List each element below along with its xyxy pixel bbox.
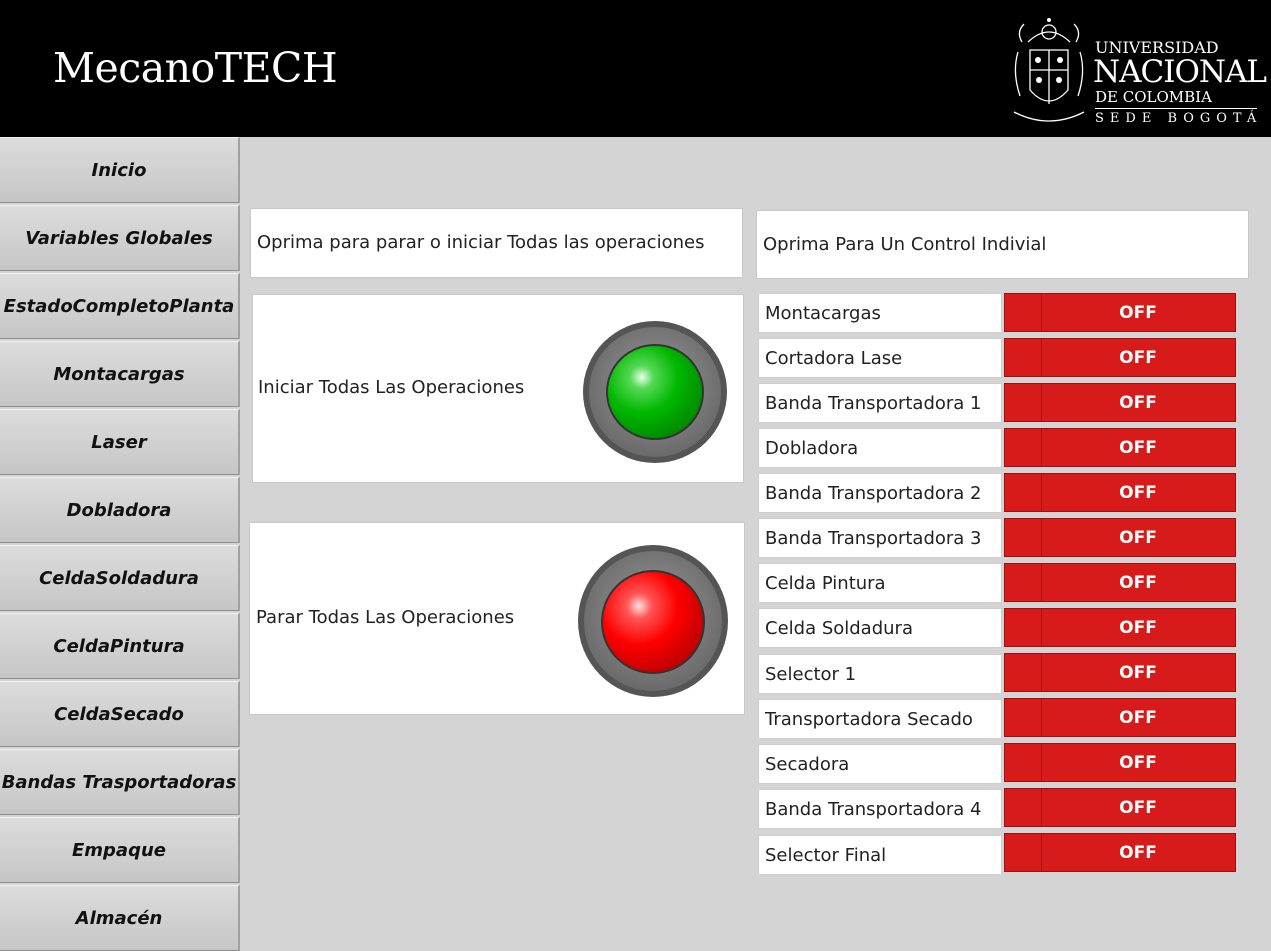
sidebar-item-empaque[interactable]: Empaque <box>0 817 240 883</box>
control-label-transportadora-secado: Transportadora Secado <box>758 699 1002 739</box>
toggle-state: OFF <box>1119 482 1157 503</box>
control-label-montacargas: Montacargas <box>758 293 1002 333</box>
toggle-celda-soldadura[interactable]: OFF <box>1004 608 1236 647</box>
toggle-state: OFF <box>1119 842 1157 863</box>
toggle-state: OFF <box>1119 752 1157 773</box>
all-operations-instruction-box: Oprima para parar o iniciar Todas las op… <box>250 208 743 278</box>
all-operations-instruction: Oprima para parar o iniciar Todas las op… <box>257 232 705 253</box>
toggle-state: OFF <box>1119 707 1157 728</box>
toggle-banda-transportadora-2[interactable]: OFF <box>1004 473 1236 512</box>
toggle-cortadora-lase[interactable]: OFF <box>1004 338 1236 377</box>
sidebar-item-bandas-trasportadoras[interactable]: Bandas Trasportadoras <box>0 749 240 815</box>
toggle-state: OFF <box>1119 572 1157 593</box>
toggle-state: OFF <box>1119 527 1157 548</box>
control-label-banda-transportadora-3: Banda Transportadora 3 <box>758 518 1002 558</box>
toggle-celda-pintura[interactable]: OFF <box>1004 563 1236 602</box>
toggle-banda-transportadora-3[interactable]: OFF <box>1004 518 1236 557</box>
control-label-selector-1: Selector 1 <box>758 654 1002 694</box>
sidebar-item-montacargas[interactable]: Montacargas <box>0 341 240 407</box>
individual-control-instruction: Oprima Para Un Control Indivial <box>763 234 1047 255</box>
header-bar: MecanoTECH UNIVERSIDAD NACIONAL DE COLOM… <box>0 0 1271 137</box>
toggle-transportadora-secado[interactable]: OFF <box>1004 698 1236 737</box>
toggle-dobladora[interactable]: OFF <box>1004 428 1236 467</box>
logo-divider <box>1095 108 1257 109</box>
control-label-selector-final: Selector Final <box>758 835 1002 875</box>
stop-all-label: Parar Todas Las Operaciones <box>256 607 515 628</box>
toggle-banda-transportadora-1[interactable]: OFF <box>1004 383 1236 422</box>
toggle-state: OFF <box>1119 347 1157 368</box>
toggle-selector-final[interactable]: OFF <box>1004 833 1236 872</box>
sidebar-item-inicio[interactable]: Inicio <box>0 137 240 203</box>
university-logo: UNIVERSIDAD NACIONAL DE COLOMBIA SEDE BO… <box>1008 12 1267 130</box>
sidebar-item-laser[interactable]: Laser <box>0 409 240 475</box>
sidebar-item-celda-soldadura[interactable]: CeldaSoldadura <box>0 545 240 611</box>
control-label-celda-soldadura: Celda Soldadura <box>758 608 1002 648</box>
toggle-selector-1[interactable]: OFF <box>1004 653 1236 692</box>
logo-line-2: NACIONAL <box>1093 54 1267 90</box>
start-all-button[interactable] <box>581 320 729 464</box>
toggle-state: OFF <box>1119 662 1157 683</box>
app-title: MecanoTECH <box>53 44 338 92</box>
control-label-secadora: Secadora <box>758 744 1002 784</box>
stop-all-button[interactable] <box>577 545 729 698</box>
toggle-montacargas[interactable]: OFF <box>1004 293 1236 332</box>
sidebar-item-almacen[interactable]: Almacén <box>0 885 240 951</box>
toggle-banda-transportadora-4[interactable]: OFF <box>1004 788 1236 827</box>
sidebar-item-celda-pintura[interactable]: CeldaPintura <box>0 613 240 679</box>
control-label-banda-transportadora-2: Banda Transportadora 2 <box>758 473 1002 513</box>
sidebar-item-celda-secado[interactable]: CeldaSecado <box>0 681 240 747</box>
control-label-cortadora-lase: Cortadora Lase <box>758 338 1002 378</box>
control-label-banda-transportadora-1: Banda Transportadora 1 <box>758 383 1002 423</box>
toggle-secadora[interactable]: OFF <box>1004 743 1236 782</box>
start-all-label: Iniciar Todas Las Operaciones <box>258 377 525 398</box>
toggle-state: OFF <box>1119 302 1157 323</box>
logo-line-3: DE COLOMBIA <box>1095 88 1212 106</box>
toggle-state: OFF <box>1119 392 1157 413</box>
crest-icon <box>1013 18 1085 122</box>
toggle-state: OFF <box>1119 437 1157 458</box>
control-label-banda-transportadora-4: Banda Transportadora 4 <box>758 789 1002 829</box>
sidebar-item-estado-completo-planta[interactable]: EstadoCompletoPlanta <box>0 273 240 339</box>
individual-control-instruction-box: Oprima Para Un Control Indivial <box>756 210 1249 279</box>
toggle-state: OFF <box>1119 617 1157 638</box>
sidebar-item-variables-globales[interactable]: Variables Globales <box>0 205 240 271</box>
control-label-dobladora: Dobladora <box>758 428 1002 468</box>
logo-line-4: SEDE BOGOTÁ <box>1095 111 1263 126</box>
sidebar-item-dobladora[interactable]: Dobladora <box>0 477 240 543</box>
sidebar-nav: Inicio Variables Globales EstadoCompleto… <box>0 137 242 951</box>
control-label-celda-pintura: Celda Pintura <box>758 563 1002 603</box>
toggle-state: OFF <box>1119 797 1157 818</box>
